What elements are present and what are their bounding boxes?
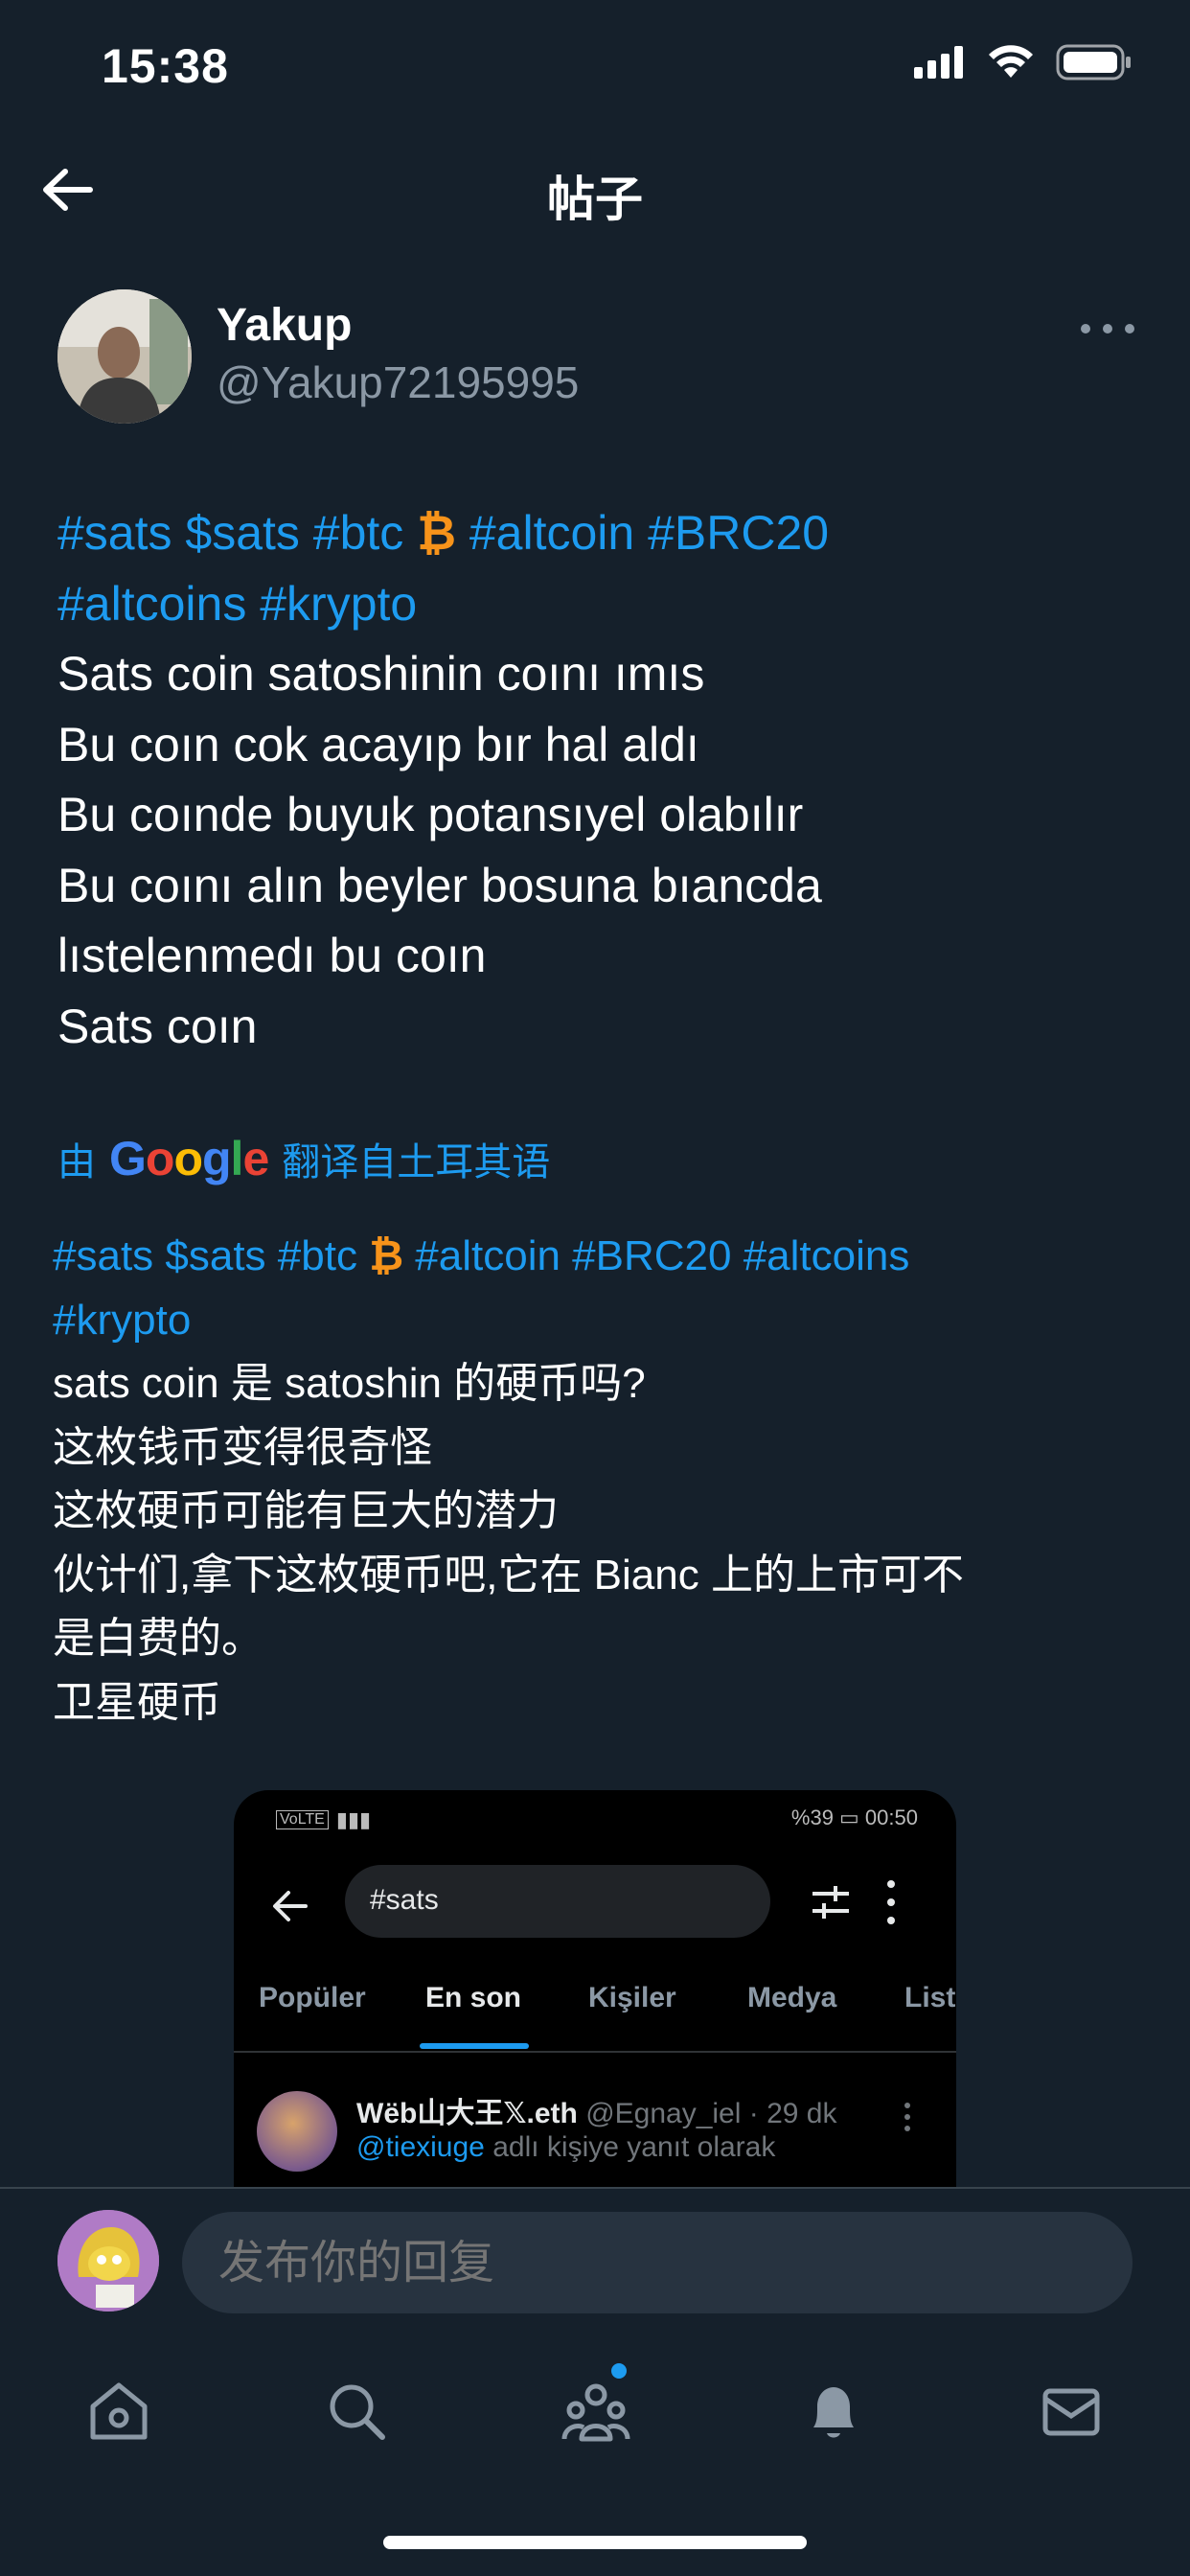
embedded-active-tab-indicator [420,2043,529,2049]
nav-search[interactable] [318,2373,395,2450]
communities-icon [561,2383,630,2442]
author-handle[interactable]: @Yakup72195995 [217,356,579,408]
embedded-kebab-icon [881,1880,901,1924]
search-icon [330,2384,385,2440]
author-name[interactable]: Yakup [217,299,352,352]
embedded-reply-context: @tiexiuge adlı kişiye yanıt olarak [356,2131,775,2164]
embedded-reply-text: adlı kişiye yanıt olarak [492,2131,776,2163]
embedded-tweet-name: Wëb山大王𝕏.eth [356,2098,578,2129]
tweet-line: lıstelenmedı bu coın [57,929,487,982]
embedded-back-arrow-icon [266,1882,314,1930]
embedded-signal-icon: ▮▮▮ [335,1807,372,1831]
hashtags[interactable]: #krypto [53,1289,1155,1353]
bitcoin-emoji-icon: ₿ [369,1232,404,1279]
nav-messages[interactable] [1033,2373,1110,2450]
embedded-battery-time: %39 ▭ 00:50 [790,1806,918,1829]
hashtags[interactable]: #sats $sats #btc [53,1232,357,1279]
author-avatar[interactable] [57,289,192,424]
tweet-line: Bu coınde buyuk potansıyel olabılır [57,788,804,841]
embedded-status-bar: VoLTE ▮▮▮ %39 ▭ 00:50 [234,1790,956,1848]
communities-notification-dot [611,2363,627,2379]
battery-icon [1056,44,1131,80]
more-dot [1081,324,1090,334]
bitcoin-emoji-icon: ₿ [417,506,456,560]
embedded-tweet-meta: @Egnay_iel · 29 dk [585,2098,837,2129]
embedded-mention: @tiexiuge [356,2131,485,2163]
more-dot [1125,324,1134,334]
tweet-line: Sats coin satoshinin coını ımıs [57,647,705,701]
tweet-line: #sats $sats #btc ₿ #altcoin #BRC20 [57,498,1140,569]
embedded-tabs: Popüler En son Kişiler Medya List [234,1982,956,2043]
wifi-icon [989,45,1033,78]
nav-home[interactable] [80,2373,157,2450]
tweet-text: #sats $sats #btc ₿ #altcoin #BRC20 #altc… [57,498,1140,1062]
attached-image[interactable]: VoLTE ▮▮▮ %39 ▭ 00:50 #sats Popüler En s… [234,1790,956,2193]
translation-source-language: 翻译自土耳其语 [282,1141,551,1184]
translated-text: #sats $sats #btc ₿ #altcoin #BRC20 #altc… [53,1225,1155,1735]
translated-line: 这枚钱币变得很奇怪 [53,1423,432,1471]
embedded-avatar [257,2091,337,2172]
embedded-tab-active: En son [425,1982,522,2013]
more-dot [1103,324,1112,334]
status-icons [912,44,1133,80]
translated-line: 是白费的。 [53,1615,263,1662]
translated-line: 卫星硬币 [53,1678,221,1726]
nav-notifications[interactable] [795,2373,872,2450]
more-options-button[interactable] [1081,314,1134,343]
my-avatar[interactable] [57,2210,159,2312]
translation-prefix: 由 [57,1141,96,1184]
translation-attribution[interactable]: 由 Google 翻译自土耳其语 [57,1131,550,1186]
translated-line: 伙计们,拿下这枚硬币吧,它在 Bianc 上的上市可不 [53,1551,964,1598]
translated-line: #sats $sats #btc ₿ #altcoin #BRC20 #altc… [53,1225,1155,1289]
home-icon [90,2382,148,2440]
mail-icon [1042,2388,1100,2436]
hashtags[interactable]: #altcoins #krypto [57,569,1140,640]
page-title: 帖子 [547,172,643,226]
tweet-line: Sats coın [57,999,258,1053]
cellular-signal-icon [914,46,963,79]
embedded-divider [234,2051,956,2053]
home-indicator[interactable] [383,2536,807,2549]
reply-input[interactable] [182,2212,1133,2313]
google-logo: Google [109,1132,269,1185]
embedded-tab: Popüler [259,1982,366,2013]
translated-line: sats coin 是 satoshin 的硬币吗? [53,1360,646,1407]
embedded-tweet-more-icon [904,2103,912,2131]
tweet-line: Bu coını alın beyler bosuna bıancda [57,858,822,912]
translated-line: 这枚硬币可能有巨大的潜力 [53,1487,559,1534]
tweet-line: Bu coın cok acayıp bır hal aldı [57,717,699,771]
embedded-filter-icon [807,1878,855,1926]
embedded-tweet-header: Wëb山大王𝕏.eth @Egnay_iel · 29 dk [356,2089,836,2131]
embedded-tab: List [904,1982,956,2013]
embedded-tab: Kişiler [588,1982,676,2013]
bell-icon [813,2387,854,2438]
embedded-search-field: #sats [345,1865,770,1938]
embedded-tab: Medya [747,1982,837,2013]
embedded-volte-label: VoLTE [276,1810,329,1829]
nav-communities[interactable] [558,2373,634,2450]
hashtags[interactable]: #altcoin #BRC20 #altcoins [415,1232,909,1279]
hashtags[interactable]: #sats $sats #btc [57,506,403,560]
hashtags[interactable]: #altcoin #BRC20 [469,506,829,560]
status-time: 15:38 [102,39,229,93]
